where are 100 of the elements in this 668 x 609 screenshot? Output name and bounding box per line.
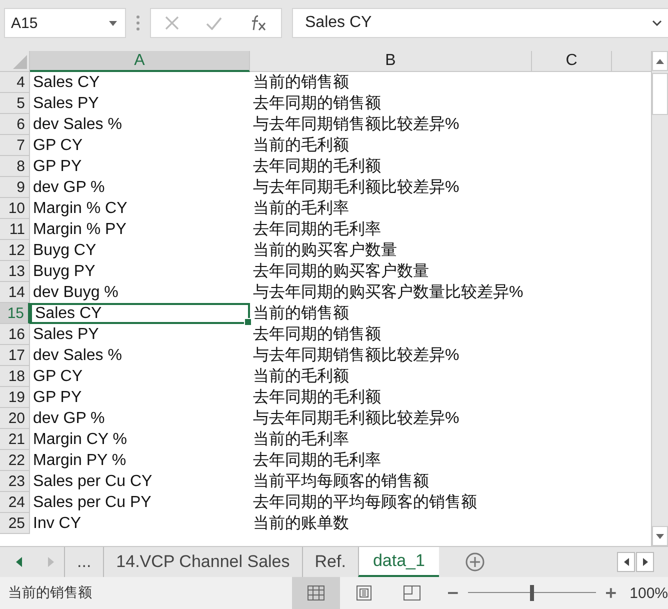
- table-cell-text: Margin % PY: [32, 220, 128, 240]
- check-icon[interactable]: [206, 16, 222, 30]
- table-cell-text: 去年同期的购买客户数量: [252, 262, 430, 282]
- table-cell-text: Buyg PY: [32, 262, 96, 282]
- zoom-level[interactable]: 100%: [630, 584, 668, 602]
- fill-handle[interactable]: [244, 318, 252, 326]
- triangle-icon: [13, 55, 27, 69]
- grip-icon: [136, 15, 140, 31]
- row-header[interactable]: 13: [0, 261, 30, 282]
- table-cell-text: Margin CY %: [32, 430, 128, 450]
- table-cell-text: Inv CY: [32, 514, 82, 534]
- table-cell-text: 当前的购买客户数量: [252, 240, 398, 261]
- row-header[interactable]: 24: [0, 492, 30, 513]
- formula-field[interactable]: Sales CY: [292, 8, 668, 38]
- grid-icon: [307, 585, 326, 601]
- sheet-tab[interactable]: data_1: [358, 547, 439, 577]
- table-cell-text: Sales PY: [32, 94, 100, 114]
- table-cell-text: 去年同期的销售额: [252, 324, 382, 345]
- row-header[interactable]: 8: [0, 156, 30, 177]
- table-cell-text: 与去年同期销售额比较差异%: [252, 346, 460, 366]
- status-message: 当前的销售额: [7, 584, 93, 602]
- table-cell-text: 去年同期的毛利额: [252, 388, 382, 408]
- vertical-scrollbar[interactable]: [651, 51, 668, 546]
- row-header[interactable]: 21: [0, 429, 30, 450]
- table-cell-text: dev Sales %: [32, 346, 123, 366]
- table-cell-text: 当前的销售额: [252, 72, 350, 93]
- row-header[interactable]: 19: [0, 387, 30, 408]
- down-arrow-icon: [656, 534, 664, 538]
- column-header[interactable]: C: [532, 51, 612, 72]
- row-header[interactable]: 12: [0, 240, 30, 261]
- column-header[interactable]: A: [30, 51, 250, 72]
- right-arrow-icon: [642, 558, 648, 566]
- row-header[interactable]: 7: [0, 135, 30, 156]
- table-cell-text: 当前的毛利率: [252, 430, 350, 450]
- row-header[interactable]: 4: [0, 72, 30, 93]
- add-sheet-icon[interactable]: [464, 552, 485, 572]
- row-header[interactable]: 20: [0, 408, 30, 429]
- table-cell-text: dev GP %: [32, 178, 106, 198]
- caret-icon: [109, 20, 117, 26]
- scroll-left-button[interactable]: [617, 552, 635, 572]
- table-cell-text: 当前的销售额: [252, 304, 350, 324]
- zoom-slider-thumb[interactable]: [530, 585, 534, 601]
- table-cell-text: Sales per Cu CY: [32, 472, 154, 492]
- page-icon: [356, 585, 372, 601]
- table-cell-text: Sales PY: [32, 324, 100, 344]
- table-cell-text: GP CY: [32, 136, 84, 156]
- table-cell-text: GP CY: [32, 366, 84, 386]
- table-cell-text: dev Buyg %: [32, 282, 120, 302]
- table-cell-text: 去年同期的毛利率: [252, 450, 382, 471]
- table-cell-text: GP PY: [32, 156, 83, 176]
- row-header[interactable]: 17: [0, 345, 30, 366]
- table-cell-text: 去年同期的毛利率: [252, 220, 382, 240]
- row-header[interactable]: 25: [0, 513, 30, 534]
- table-cell-text: Buyg CY: [32, 240, 98, 260]
- row-header[interactable]: 16: [0, 324, 30, 345]
- table-cell-text: 去年同期的销售额: [252, 94, 382, 114]
- table-cell-text: 与去年同期销售额比较差异%: [252, 114, 460, 135]
- table-cell-text: Margin PY %: [32, 450, 128, 470]
- row-header[interactable]: 5: [0, 93, 30, 114]
- name-box[interactable]: A15: [4, 8, 126, 38]
- table-cell-text: 与去年同期毛利额比较差异%: [252, 178, 460, 198]
- table-cell-text: Sales per Cu PY: [32, 492, 152, 512]
- row-header[interactable]: 11: [0, 219, 30, 240]
- table-cell-text: 当前的毛利额: [252, 366, 350, 387]
- table-cell-text: 与去年同期毛利额比较差异%: [252, 408, 460, 429]
- table-cell-text: 当前的毛利额: [252, 136, 350, 156]
- table-cell-text: 去年同期的平均每顾客的销售额: [252, 492, 478, 513]
- row-header[interactable]: 22: [0, 450, 30, 471]
- table-cell-text: 去年同期的毛利额: [252, 156, 382, 177]
- table-cell: Sales CY: [30, 303, 250, 324]
- scroll-up-button[interactable]: [652, 51, 668, 71]
- row-header[interactable]: 9: [0, 177, 30, 198]
- scroll-down-button[interactable]: [652, 526, 668, 546]
- row-header[interactable]: 15: [0, 303, 30, 324]
- tab-left-arrow-icon[interactable]: [16, 557, 22, 567]
- table-cell-text: dev GP %: [32, 408, 106, 428]
- row-header[interactable]: 10: [0, 198, 30, 219]
- caret-icon: [652, 20, 662, 26]
- table-cell-text: Margin % CY: [32, 198, 128, 218]
- left-arrow-icon: [624, 558, 628, 566]
- table-cell-text: Sales CY: [32, 72, 101, 92]
- table-cell-text: 与去年同期的购买客户数量比较差异%: [252, 282, 524, 303]
- table-cell-text: GP PY: [32, 388, 83, 408]
- table-cell-text: dev Sales %: [32, 114, 123, 134]
- table-cell-text: 当前的毛利率: [252, 198, 350, 219]
- column-header[interactable]: B: [250, 51, 532, 72]
- zoom-slider[interactable]: [468, 585, 596, 601]
- table-cell-text: 当前的账单数: [252, 514, 350, 534]
- row-header[interactable]: 14: [0, 282, 30, 303]
- row-header[interactable]: 6: [0, 114, 30, 135]
- function-icon[interactable]: [249, 15, 268, 31]
- normal-view-button[interactable]: [292, 577, 340, 609]
- table-cell-text: 当前平均每顾客的销售额: [252, 472, 430, 492]
- row-header[interactable]: 23: [0, 471, 30, 492]
- row-header[interactable]: 18: [0, 366, 30, 387]
- scroll-right-button[interactable]: [636, 552, 654, 572]
- page-break-icon: [403, 585, 422, 601]
- zoom-in-icon[interactable]: [606, 588, 616, 598]
- up-arrow-icon: [656, 58, 664, 64]
- scrollbar-thumb[interactable]: [652, 73, 668, 115]
